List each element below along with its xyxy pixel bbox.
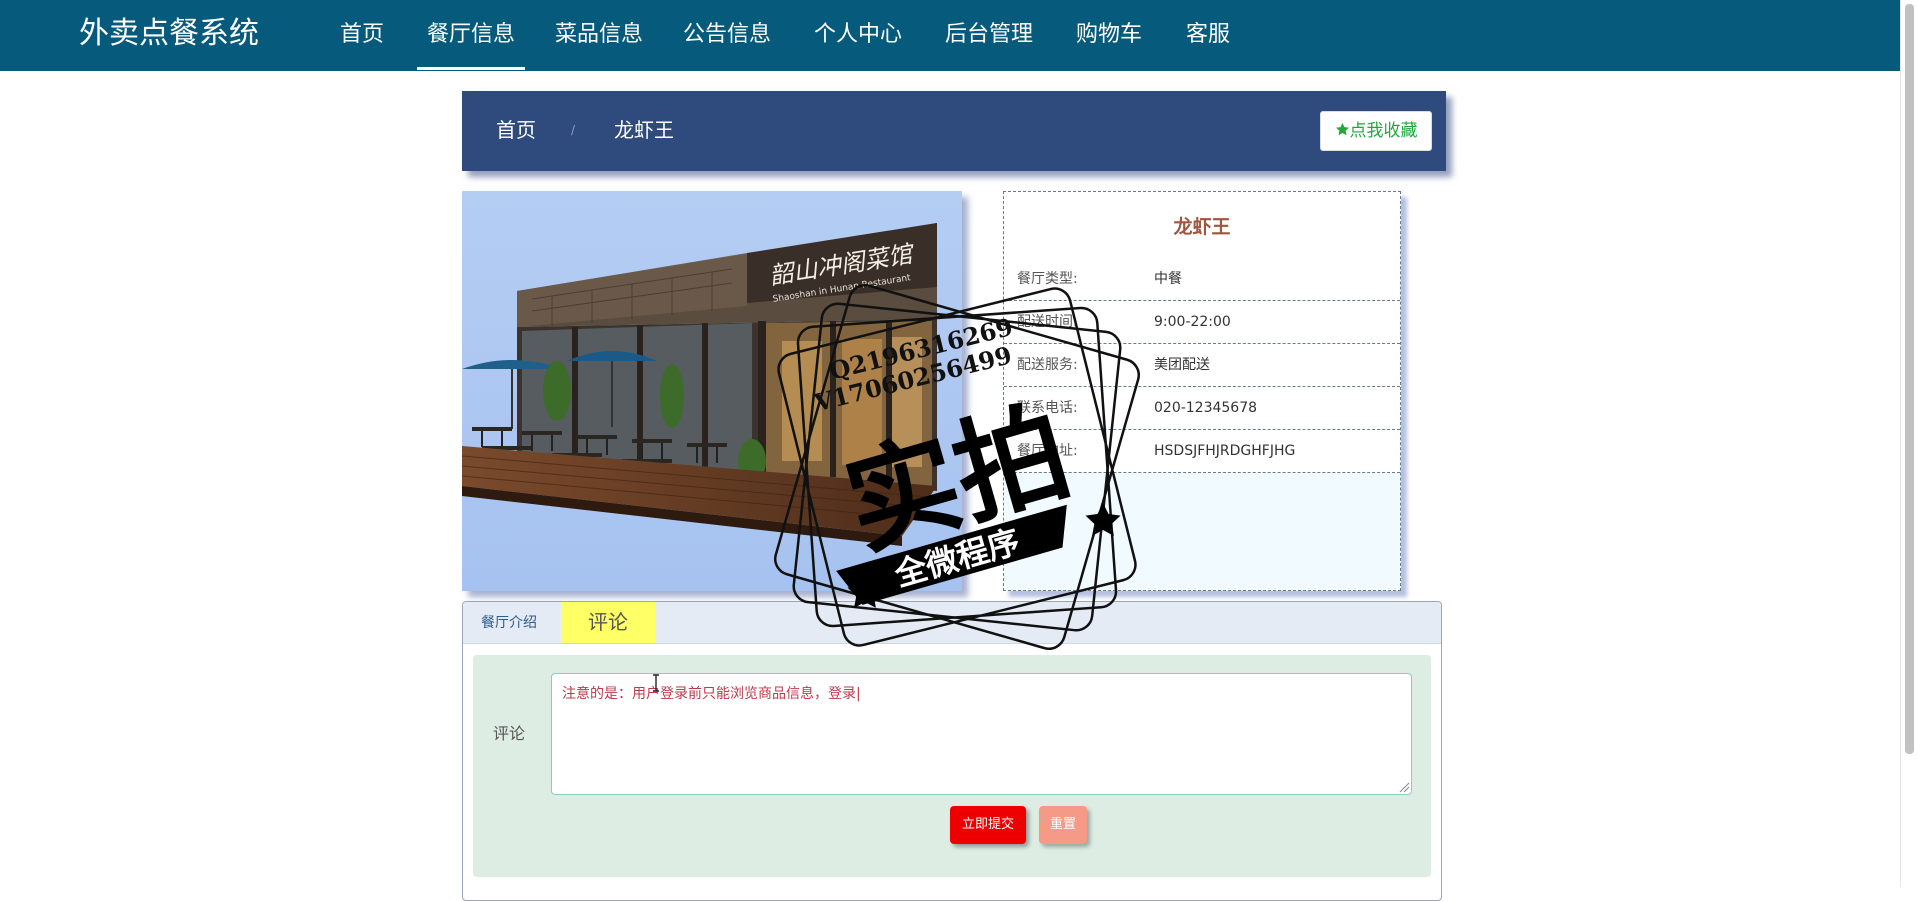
nav-customer-service[interactable]: 客服: [1186, 19, 1230, 51]
info-label: 配送时间:: [1017, 314, 1078, 330]
comment-form: 评论 立即提交 重置: [473, 655, 1431, 877]
top-navbar: 外卖点餐系统 首页 餐厅信息 菜品信息 公告信息 个人中心 后台管理 购物车 客…: [0, 0, 1918, 71]
nav-announcements[interactable]: 公告信息: [683, 19, 771, 51]
favorite-button[interactable]: 点我收藏: [1320, 111, 1432, 151]
breadcrumb-current: 龙虾王: [614, 118, 674, 142]
restaurant-photo: 韶山冲阁菜馆 Shaoshan in Hunan Restaurant: [462, 191, 962, 591]
info-row-delivery-service: 配送服务: 美团配送: [1004, 343, 1400, 387]
nav-personal-center[interactable]: 个人中心: [814, 19, 902, 51]
star-icon: [1335, 122, 1349, 136]
breadcrumb-home[interactable]: 首页: [496, 115, 536, 145]
info-row-delivery-time: 配送时间: 9:00-22:00: [1004, 300, 1400, 344]
breadcrumb-separator: /: [571, 123, 576, 137]
nav-cart[interactable]: 购物车: [1076, 19, 1142, 51]
detail-tabs: 餐厅介绍 评论 评论 立即提交 重置: [462, 601, 1442, 901]
favorite-label: 点我收藏: [1349, 121, 1418, 141]
page-scrollbar[interactable]: [1900, 0, 1918, 887]
info-row-phone: 联系电话: 020-12345678: [1004, 386, 1400, 430]
info-panel-footer: [1004, 473, 1400, 590]
info-label: 配送服务:: [1017, 357, 1078, 373]
nav-restaurant-info[interactable]: 餐厅信息: [427, 19, 515, 51]
scrollbar-thumb[interactable]: [1905, 4, 1914, 754]
info-value: 美团配送: [1154, 357, 1210, 373]
site-brand[interactable]: 外卖点餐系统: [79, 14, 259, 54]
nav-dish-info[interactable]: 菜品信息: [555, 19, 643, 51]
restaurant-info-panel: 龙虾王 餐厅类型: 中餐 配送时间: 9:00-22:00 配送服务: 美团配送…: [1003, 191, 1401, 591]
submit-button[interactable]: 立即提交: [950, 806, 1026, 844]
nav-active-indicator: [417, 67, 525, 70]
info-label: 餐厅地址:: [1017, 443, 1078, 459]
breadcrumb: 首页 / 龙虾王 点我收藏: [462, 91, 1446, 171]
info-value: 9:00-22:00: [1154, 314, 1231, 330]
comment-textarea[interactable]: [551, 673, 1412, 795]
info-row-address: 餐厅地址: HSDSJFHJRDGHFJHG: [1004, 429, 1400, 473]
tab-bar: 餐厅介绍 评论: [463, 602, 1441, 644]
resize-grip-icon[interactable]: [1398, 781, 1410, 793]
restaurant-name: 龙虾王: [1173, 216, 1231, 238]
nav-admin[interactable]: 后台管理: [945, 19, 1033, 51]
reset-button[interactable]: 重置: [1039, 806, 1087, 844]
tab-comments[interactable]: 评论: [561, 602, 655, 643]
comment-label: 评论: [493, 724, 526, 743]
info-value: HSDSJFHJRDGHFJHG: [1154, 443, 1296, 459]
info-row-divider: [1004, 257, 1400, 301]
info-value: 020-12345678: [1154, 400, 1258, 416]
nav-home[interactable]: 首页: [340, 19, 384, 51]
tab-restaurant-intro[interactable]: 餐厅介绍: [481, 613, 537, 633]
info-label: 联系电话:: [1017, 400, 1078, 416]
